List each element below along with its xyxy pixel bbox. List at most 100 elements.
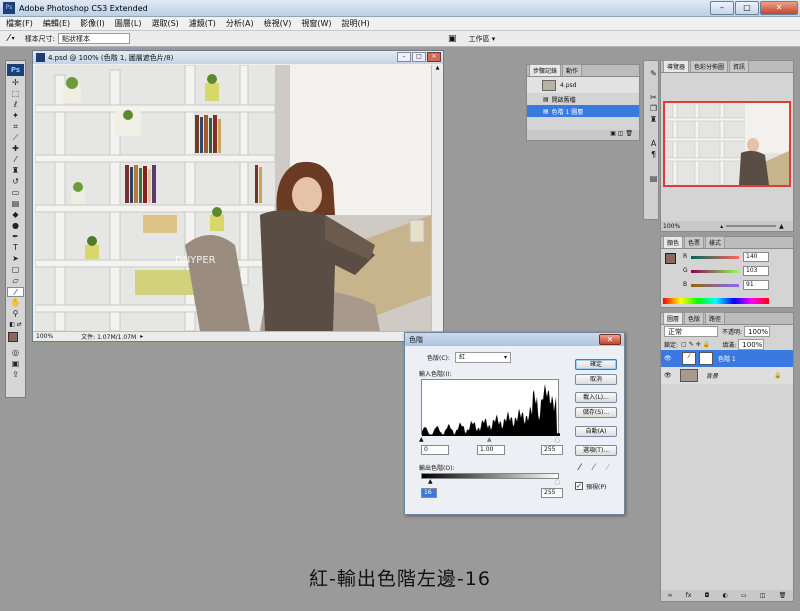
tab-channels[interactable]: 色版 <box>684 312 705 324</box>
output-white-field[interactable]: 255 <box>541 488 563 498</box>
black-eyedropper-icon[interactable]: ⁄ <box>579 463 581 473</box>
input-gamma-handle-icon[interactable]: ▲ <box>487 436 492 443</box>
type-tool-icon[interactable]: T <box>7 243 24 253</box>
marquee-tool-icon[interactable]: ⬚ <box>7 89 24 99</box>
input-gamma-field[interactable]: 1.00 <box>477 445 505 455</box>
layer-visibility-eye-icon[interactable]: 👁 <box>664 355 676 362</box>
document-vertical-scrollbar[interactable]: ▲ <box>431 65 443 331</box>
tab-paths[interactable]: 路徑 <box>705 312 726 324</box>
document-zoom[interactable]: 100% <box>36 333 53 340</box>
history-brush-tool-icon[interactable]: ↺ <box>7 177 24 187</box>
screen-mode-icon[interactable]: ▣ <box>7 359 24 369</box>
lock-transparency-icon[interactable]: ▢ <box>681 341 687 348</box>
menu-filter[interactable]: 濾鏡(T) <box>189 18 216 29</box>
zoom-tool-icon[interactable]: ⚲ <box>7 309 24 319</box>
new-group-icon[interactable]: ▭ <box>741 592 747 599</box>
tab-styles[interactable]: 樣式 <box>705 236 726 248</box>
pen-tool-icon[interactable]: ✒ <box>7 232 24 242</box>
new-document-icon[interactable]: ▣ <box>610 130 616 137</box>
zoom-out-icon[interactable]: ▴ <box>720 223 723 230</box>
trash-icon[interactable]: 🗑 <box>625 130 633 137</box>
layer-row-levels[interactable]: 👁 ⁄ 色階 1 <box>661 350 793 367</box>
eyedropper-tool-selected-icon[interactable]: ⁄ <box>7 287 24 297</box>
tab-navigator[interactable]: 導覽器 <box>663 60 690 72</box>
tab-actions[interactable]: 動作 <box>562 64 583 76</box>
tab-histogram[interactable]: 色彩分佈圖 <box>690 60 729 72</box>
menu-select[interactable]: 選取(S) <box>151 18 178 29</box>
healing-brush-tool-icon[interactable]: ✚ <box>7 144 24 154</box>
menu-help[interactable]: 說明(H) <box>342 18 370 29</box>
opacity-field[interactable]: 100% <box>744 326 771 337</box>
menu-view[interactable]: 檢視(V) <box>264 18 292 29</box>
save-button[interactable]: 儲存(S)... <box>575 407 617 418</box>
delete-layer-icon[interactable]: 🗑 <box>779 592 787 599</box>
preview-checkbox[interactable]: ✓ <box>575 482 583 490</box>
new-snapshot-icon[interactable]: ◫ <box>618 130 624 137</box>
ok-button[interactable]: 確定 <box>575 359 617 370</box>
crop-tool-icon[interactable]: ⌗ <box>7 122 24 132</box>
lock-all-icon[interactable]: 🔒 <box>703 341 710 348</box>
input-slider-track[interactable]: ▲ ▲ ▲ <box>419 436 560 443</box>
move-tool-icon[interactable]: ✢ <box>7 78 24 88</box>
gradient-tool-icon[interactable]: ▤ <box>7 199 24 209</box>
layer-visibility-eye-icon[interactable]: 👁 <box>664 372 676 379</box>
r-slider[interactable] <box>691 256 739 259</box>
blend-mode-select[interactable]: 正常 <box>664 326 718 337</box>
b-value-field[interactable]: 91 <box>743 280 769 290</box>
ps-badge-icon[interactable]: Ps <box>7 64 24 76</box>
navigator-zoom-slider[interactable] <box>726 225 777 227</box>
workspace-menu[interactable]: 工作區 ▾ <box>469 34 496 44</box>
document-canvas[interactable]: DNYPER <box>35 65 431 331</box>
g-slider[interactable] <box>691 270 739 273</box>
sample-size-select[interactable]: 點狀樣本 <box>58 33 131 44</box>
shape-tool-icon[interactable]: ▢ <box>7 265 24 275</box>
input-black-handle-icon[interactable]: ▲ <box>419 436 424 443</box>
zoom-in-icon[interactable]: ▲ <box>779 223 784 230</box>
output-white-handle-icon[interactable]: ▲ <box>555 478 560 485</box>
navigator-preview[interactable] <box>663 101 791 187</box>
channel-select[interactable]: 紅 ▾ <box>455 352 511 363</box>
output-black-field[interactable]: 16 <box>421 488 437 498</box>
layer-row-background[interactable]: 👁 背景 🔒 <box>661 367 793 384</box>
dodge-tool-icon[interactable]: ● <box>7 221 24 231</box>
doc-minimize-button[interactable]: – <box>397 52 411 62</box>
adjustment-icon[interactable]: ◐ <box>723 592 728 599</box>
history-item-open[interactable]: ▤ 開啟舊檔 <box>527 93 639 105</box>
color-fg-swatch[interactable] <box>665 253 676 264</box>
color-spectrum-bar[interactable] <box>663 298 769 304</box>
status-menu-arrow-icon[interactable]: ▸ <box>140 333 143 340</box>
load-button[interactable]: 載入(L)... <box>575 392 617 403</box>
tab-info[interactable]: 資訊 <box>729 60 750 72</box>
quick-mask-icon[interactable]: ◎ <box>7 348 24 358</box>
document-info[interactable]: 文件: 1.07M/1.07M <box>81 332 136 341</box>
white-eyedropper-icon[interactable]: ⁄ <box>607 463 609 473</box>
input-white-field[interactable]: 255 <box>541 445 563 455</box>
history-item-levels[interactable]: ▤ 色階 1 圖層 <box>527 105 639 117</box>
menu-analysis[interactable]: 分析(A) <box>226 18 254 29</box>
tab-layers[interactable]: 圖層 <box>663 312 684 324</box>
minimize-button[interactable]: – <box>710 1 734 15</box>
slice-tool-icon[interactable]: ⟋ <box>7 133 24 143</box>
doc-close-button[interactable]: ✕ <box>427 52 441 62</box>
blur-tool-icon[interactable]: ◆ <box>7 210 24 220</box>
menu-edit[interactable]: 編輯(E) <box>43 18 70 29</box>
auto-button[interactable]: 自動(A) <box>575 426 617 437</box>
add-mask-icon[interactable]: ◘ <box>705 592 710 599</box>
tab-history[interactable]: 步驟記錄 <box>529 64 562 76</box>
input-white-handle-icon[interactable]: ▲ <box>555 436 560 443</box>
maximize-button[interactable]: □ <box>735 1 759 15</box>
fill-field[interactable]: 100% <box>738 338 765 350</box>
path-selection-tool-icon[interactable]: ➤ <box>7 254 24 264</box>
menu-layer[interactable]: 圖層(L) <box>115 18 142 29</box>
b-slider[interactable] <box>691 284 739 287</box>
notes-tool-icon[interactable]: ▱ <box>7 276 24 286</box>
magic-wand-tool-icon[interactable]: ✦ <box>7 111 24 121</box>
jump-to-imageready-icon[interactable]: ⇪ <box>7 370 24 380</box>
eraser-tool-icon[interactable]: ▭ <box>7 188 24 198</box>
hand-tool-icon[interactable]: ✋ <box>7 298 24 308</box>
tab-swatches[interactable]: 色票 <box>684 236 705 248</box>
input-black-field[interactable]: 0 <box>421 445 449 455</box>
link-layers-icon[interactable]: ∞ <box>668 592 673 599</box>
new-layer-icon[interactable]: ◫ <box>760 592 766 599</box>
options-button[interactable]: 選項(T)... <box>575 445 617 456</box>
